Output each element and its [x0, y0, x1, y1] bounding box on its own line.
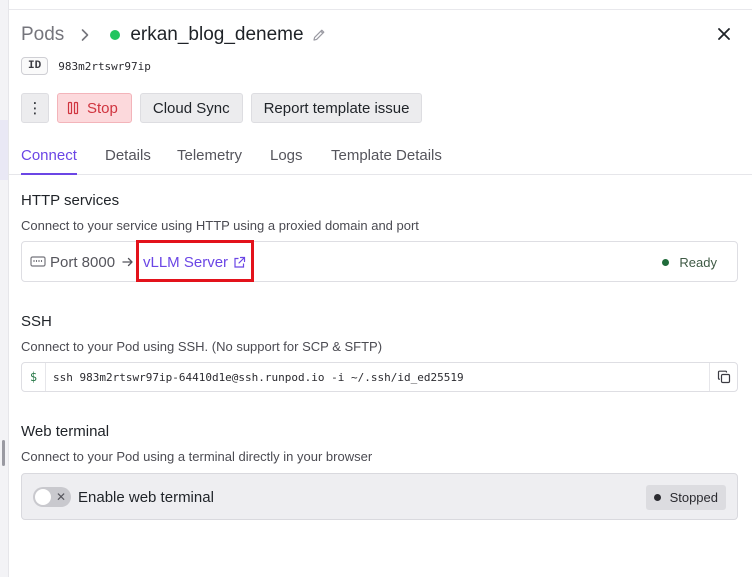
- top-divider: [9, 0, 752, 10]
- http-status-badge: Ready: [662, 255, 717, 270]
- stopped-status-dot: [653, 494, 661, 501]
- enable-web-terminal-label: Enable web terminal: [78, 489, 214, 506]
- web-terminal-row: ✕ Enable web terminal Stopped: [21, 473, 738, 520]
- stop-button-label: Stop: [87, 99, 118, 117]
- ssh-description: Connect to your Pod using SSH. (No suppo…: [21, 339, 383, 354]
- pause-icon: [67, 101, 79, 115]
- copy-icon[interactable]: [709, 363, 737, 391]
- http-services-description: Connect to your service using HTTP using…: [21, 218, 419, 233]
- toggle-knob: [35, 489, 51, 505]
- http-status-label: Ready: [679, 255, 717, 270]
- close-icon[interactable]: [716, 26, 732, 42]
- ssh-command-box: $ ssh 983m2rtswr97ip-64410d1e@ssh.runpod…: [21, 362, 738, 392]
- more-options-button[interactable]: ⋮: [21, 93, 49, 123]
- tab-telemetry[interactable]: Telemetry: [177, 147, 242, 164]
- port-label: Port 8000: [50, 254, 116, 271]
- cloud-sync-button[interactable]: Cloud Sync: [139, 93, 243, 123]
- http-service-row: Port 8000 vLLM Server Ready: [21, 240, 738, 282]
- external-link-icon: [233, 256, 246, 269]
- resize-handle[interactable]: [2, 440, 5, 466]
- tab-details[interactable]: Details: [105, 147, 151, 164]
- breadcrumb: Pods erkan_blog_deneme: [21, 22, 326, 48]
- tab-template-details[interactable]: Template Details: [331, 147, 442, 164]
- vllm-server-link-label: vLLM Server: [143, 254, 229, 271]
- tab-logs[interactable]: Logs: [270, 147, 303, 164]
- enable-web-terminal-toggle[interactable]: ✕: [33, 487, 71, 507]
- pod-id-row: ID 983m2rtswr97ip: [21, 57, 151, 75]
- tab-connect[interactable]: Connect: [21, 147, 77, 164]
- web-terminal-status-badge: Stopped: [645, 485, 726, 510]
- stop-button[interactable]: Stop: [57, 93, 132, 123]
- ready-status-dot: [662, 259, 670, 266]
- running-status-dot: [110, 30, 121, 40]
- action-toolbar: ⋮ Stop Cloud Sync Report template issue: [21, 93, 423, 123]
- http-services-title: HTTP services: [21, 192, 120, 209]
- pod-name: erkan_blog_deneme: [130, 24, 304, 45]
- ssh-prompt: $: [22, 363, 46, 391]
- chevron-right-icon: [78, 28, 92, 42]
- left-gutter: [0, 0, 9, 577]
- ssh-title: SSH: [21, 313, 52, 330]
- tab-bar: Connect Details Telemetry Logs Template …: [9, 136, 752, 175]
- active-tab-indicator: [21, 173, 77, 175]
- breadcrumb-pods[interactable]: Pods: [21, 24, 64, 46]
- report-template-issue-button[interactable]: Report template issue: [250, 93, 423, 123]
- toggle-off-icon: ✕: [56, 490, 67, 504]
- background-panel-edge: [0, 120, 8, 180]
- arrow-right-icon: [121, 255, 135, 269]
- web-terminal-description: Connect to your Pod using a terminal dir…: [21, 449, 373, 464]
- web-terminal-title: Web terminal: [21, 423, 110, 440]
- id-badge: ID: [21, 57, 49, 75]
- web-terminal-status-label: Stopped: [669, 490, 718, 505]
- pod-id-value: 983m2rtswr97ip: [58, 59, 151, 73]
- pod-detail-panel: Pods erkan_blog_deneme ID 983m2rtswr97ip…: [9, 0, 752, 577]
- ssh-command[interactable]: ssh 983m2rtswr97ip-64410d1e@ssh.runpod.i…: [53, 371, 464, 384]
- vllm-server-link[interactable]: vLLM Server: [143, 254, 246, 271]
- pencil-icon[interactable]: [312, 28, 326, 42]
- port-icon: [30, 255, 46, 269]
